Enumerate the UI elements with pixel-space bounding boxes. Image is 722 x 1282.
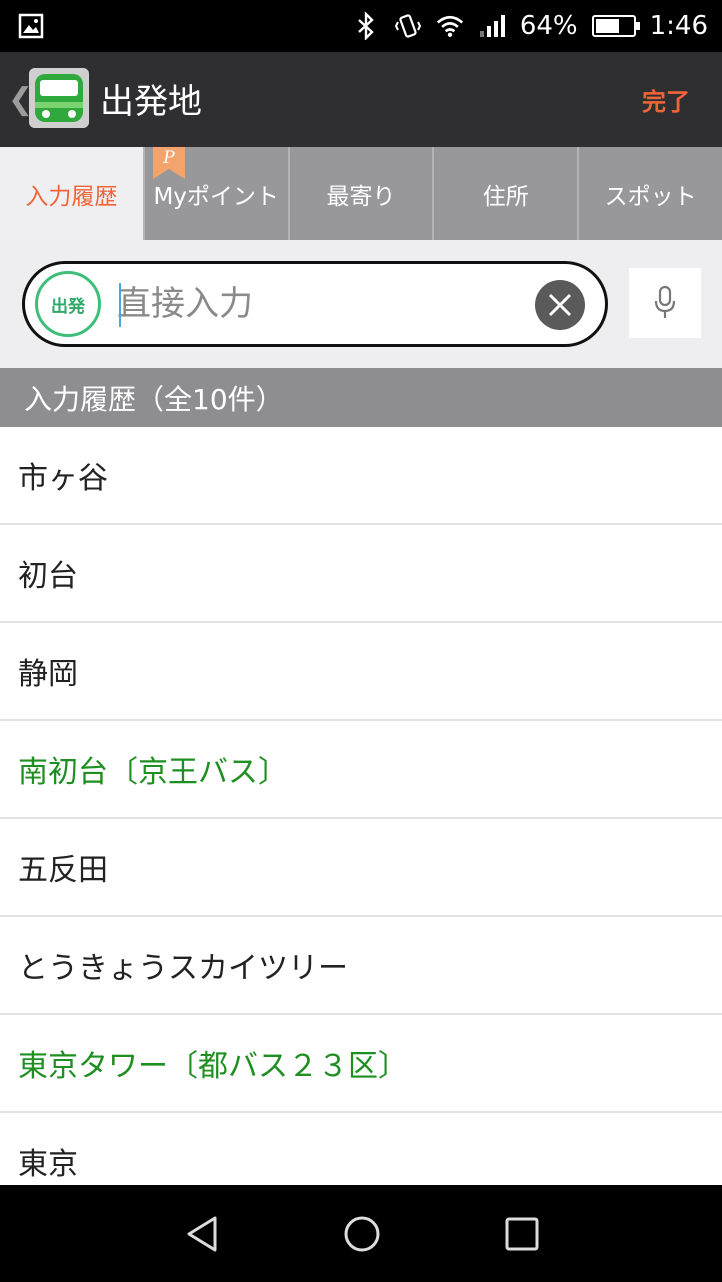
list-item[interactable]: 初台 <box>0 525 722 623</box>
depart-badge: 出発 <box>35 271 101 337</box>
list-item[interactable]: 南初台〔京王バス〕 <box>0 721 722 819</box>
text-caret <box>119 283 121 327</box>
tab-nearest[interactable]: 最寄り <box>287 147 433 240</box>
recents-square-icon[interactable] <box>497 1209 547 1259</box>
signal-icon <box>478 12 506 40</box>
microphone-icon <box>654 285 676 318</box>
search-input[interactable] <box>117 276 437 332</box>
microphone-button[interactable] <box>629 268 701 338</box>
list-item[interactable]: とうきょうスカイツリー <box>0 917 722 1015</box>
navigation-bar <box>0 1185 722 1282</box>
section-header: 入力履歴（全10件） <box>0 368 722 427</box>
tab-label: スポット <box>604 183 697 210</box>
clear-button[interactable] <box>535 280 585 330</box>
done-button[interactable]: 完了 <box>642 82 690 117</box>
list-item[interactable]: 東京 <box>0 1113 722 1185</box>
close-icon <box>548 293 572 317</box>
train-icon[interactable] <box>29 68 89 128</box>
tab-mypoint[interactable]: P Myポイント <box>142 147 288 240</box>
page-title: 出発地 <box>100 82 202 122</box>
list-item[interactable]: 市ヶ谷 <box>0 427 722 525</box>
vibrate-icon <box>394 12 422 40</box>
tab-label: 最寄り <box>326 183 396 210</box>
battery-icon <box>591 15 640 37</box>
wifi-icon <box>436 12 464 40</box>
tab-label: 入力履歴 <box>25 183 118 210</box>
bluetooth-icon <box>352 12 380 40</box>
tab-label: Myポイント <box>153 183 279 210</box>
search-area: 出発 <box>0 240 722 368</box>
gallery-icon <box>18 13 44 39</box>
history-list[interactable]: 市ヶ谷 初台 静岡 南初台〔京王バス〕 五反田 とうきょうスカイツリー 東京タワ… <box>0 427 722 1185</box>
battery-percent: 64% <box>519 11 578 41</box>
tab-label: 住所 <box>482 183 529 210</box>
app-header: ❮ 出発地 完了 <box>0 52 722 147</box>
back-triangle-icon[interactable] <box>178 1209 228 1259</box>
bookmark-p-icon: P <box>152 147 185 179</box>
list-item[interactable]: 東京タワー〔都バス２３区〕 <box>0 1015 722 1113</box>
tab-history[interactable]: 入力履歴 <box>0 147 143 240</box>
source-tabs: 入力履歴 P Myポイント 最寄り 住所 スポット <box>0 147 722 240</box>
status-bar: 64% 1:46 <box>0 0 722 52</box>
search-box[interactable]: 出発 <box>22 261 608 347</box>
battery-level <box>595 19 619 33</box>
home-circle-icon[interactable] <box>337 1209 387 1259</box>
tab-address[interactable]: 住所 <box>432 147 578 240</box>
bookmark-p-text: P <box>162 148 175 168</box>
list-item[interactable]: 静岡 <box>0 623 722 721</box>
list-item[interactable]: 五反田 <box>0 819 722 917</box>
clock: 1:46 <box>649 11 708 41</box>
tab-spot[interactable]: スポット <box>577 147 722 240</box>
